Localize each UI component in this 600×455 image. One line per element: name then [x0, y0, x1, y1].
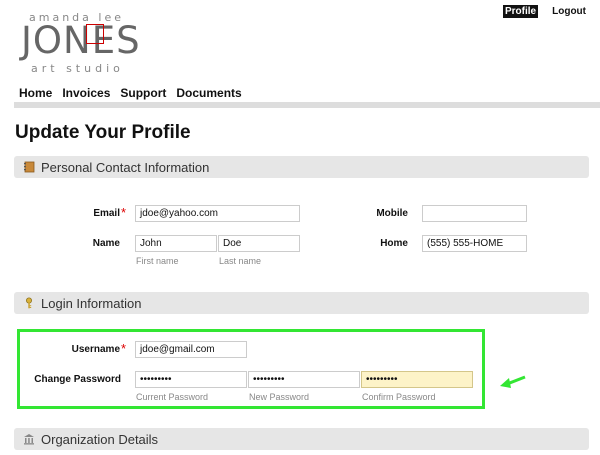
nav-documents[interactable]: Documents: [176, 86, 241, 100]
page-title: Update Your Profile: [15, 122, 191, 143]
home-phone-label: Home: [380, 238, 408, 249]
section-organization-header[interactable]: Organization Details: [14, 428, 589, 450]
nav-support[interactable]: Support: [120, 86, 166, 100]
key-icon: [26, 297, 32, 309]
first-name-input[interactable]: John: [135, 235, 217, 252]
email-input[interactable]: jdoe@yahoo.com: [135, 205, 300, 222]
name-label: Name: [92, 238, 120, 249]
contact-book-icon: [24, 161, 35, 173]
section-login-title: Login Information: [41, 295, 142, 311]
first-name-hint: First name: [136, 256, 179, 266]
email-label: Email: [93, 208, 120, 219]
logout-link[interactable]: Logout: [550, 5, 588, 18]
section-login-header[interactable]: Login Information: [14, 292, 589, 314]
section-contact-header[interactable]: Personal Contact Information: [14, 156, 589, 178]
home-phone-input[interactable]: (555) 555-HOME: [422, 235, 527, 252]
nav-invoices[interactable]: Invoices: [62, 86, 110, 100]
logo-accent-box: [86, 24, 104, 44]
main-nav: Home Invoices Support Documents: [19, 86, 242, 100]
logo-bottom-text: art studio: [31, 62, 124, 75]
section-contact-title: Personal Contact Information: [41, 159, 210, 175]
account-links: Profile Logout: [503, 5, 588, 18]
mobile-input[interactable]: [422, 205, 527, 222]
mobile-label: Mobile: [376, 208, 408, 219]
logo-main-text: JONES: [21, 19, 141, 62]
last-name-hint: Last name: [219, 256, 262, 266]
section-organization-title: Organization Details: [41, 431, 159, 447]
password-highlight-box: [17, 329, 485, 409]
arrow-left-icon: [500, 375, 526, 388]
last-name-input[interactable]: Doe: [218, 235, 300, 252]
email-required-mark: *: [121, 205, 127, 220]
logo: amanda lee JONES art studio: [21, 8, 140, 75]
nav-divider: [14, 102, 600, 108]
building-icon: [24, 434, 34, 445]
nav-home[interactable]: Home: [19, 86, 52, 100]
profile-link[interactable]: Profile: [503, 5, 539, 18]
